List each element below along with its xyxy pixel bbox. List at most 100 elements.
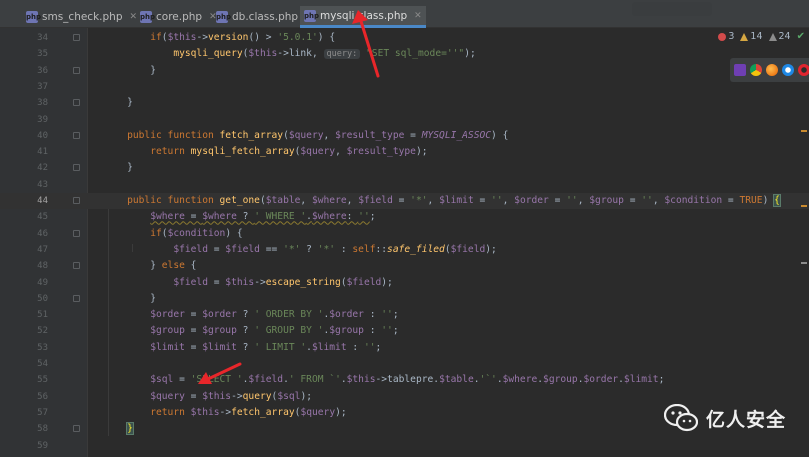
safari-icon[interactable] bbox=[782, 64, 794, 76]
code-text[interactable]: } bbox=[104, 63, 156, 79]
firefox-icon[interactable] bbox=[766, 64, 778, 76]
code-text[interactable]: } bbox=[104, 421, 134, 437]
code-text[interactable]: if($this->version() > '5.0.1') { bbox=[104, 30, 335, 46]
line-number[interactable]: 39 bbox=[0, 112, 48, 128]
code-line[interactable]: 38 } bbox=[0, 95, 809, 111]
watermark: 亿人安全 bbox=[664, 404, 786, 432]
code-line[interactable]: 41 return mysqli_fetch_array($query, $re… bbox=[0, 144, 809, 160]
scrollbar-warning-marker[interactable] bbox=[801, 130, 807, 132]
line-number[interactable]: 59 bbox=[0, 438, 48, 454]
line-number[interactable]: 55 bbox=[0, 372, 48, 388]
opera-icon[interactable] bbox=[798, 64, 809, 76]
line-number[interactable]: 43 bbox=[0, 177, 48, 193]
code-text[interactable]: $order = $order ? ' ORDER BY '.$order : … bbox=[104, 307, 398, 323]
line-number[interactable]: 50 bbox=[0, 291, 48, 307]
code-line[interactable]: 46 if($condition) { bbox=[0, 226, 809, 242]
code-line[interactable]: 44 public function get_one($table, $wher… bbox=[0, 193, 809, 209]
tab-overflow-area bbox=[632, 2, 712, 16]
line-number[interactable]: 37 bbox=[0, 79, 48, 95]
line-number[interactable]: 42 bbox=[0, 160, 48, 176]
chrome-icon[interactable] bbox=[750, 64, 762, 76]
code-line[interactable]: 49 $field = $this->escape_string($field)… bbox=[0, 275, 809, 291]
line-number[interactable]: 54 bbox=[0, 356, 48, 372]
code-line[interactable]: 51 $order = $order ? ' ORDER BY '.$order… bbox=[0, 307, 809, 323]
code-text[interactable]: public function fetch_array($query, $res… bbox=[104, 128, 508, 144]
code-line[interactable]: 55 $sql = 'SELECT '.$field.' FROM `'.$th… bbox=[0, 372, 809, 388]
code-line[interactable]: 56 $query = $this->query($sql); bbox=[0, 389, 809, 405]
tab-core[interactable]: php core.php ✕ bbox=[136, 6, 221, 28]
code-line[interactable]: 37 bbox=[0, 79, 809, 95]
line-number[interactable]: 40 bbox=[0, 128, 48, 144]
fold-marker-icon[interactable] bbox=[73, 164, 80, 172]
code-text[interactable]: public function get_one($table, $where, … bbox=[104, 193, 781, 209]
line-number[interactable]: 41 bbox=[0, 144, 48, 160]
code-line[interactable]: 36 } bbox=[0, 63, 809, 79]
line-number[interactable]: 49 bbox=[0, 275, 48, 291]
line-number[interactable]: 44 bbox=[0, 193, 48, 209]
line-number[interactable]: 36 bbox=[0, 63, 48, 79]
code-line[interactable]: 39 bbox=[0, 112, 809, 128]
fold-marker-icon[interactable] bbox=[73, 197, 80, 204]
line-number[interactable]: 38 bbox=[0, 95, 48, 111]
code-text[interactable]: } bbox=[104, 95, 133, 111]
fold-marker-icon[interactable] bbox=[73, 262, 80, 270]
code-text[interactable]: $sql = 'SELECT '.$field.' FROM `'.$this-… bbox=[104, 372, 664, 388]
line-number[interactable]: 46 bbox=[0, 226, 48, 242]
code-text[interactable]: mysqli_query($this->link, query: "SET sq… bbox=[104, 46, 476, 62]
warning-icon bbox=[740, 32, 749, 41]
warning-count[interactable]: 14 bbox=[740, 31, 763, 42]
fold-marker-icon[interactable] bbox=[73, 131, 80, 139]
code-text[interactable]: $limit = $limit ? ' LIMIT '.$limit : ''; bbox=[104, 340, 381, 356]
scrollbar-warning-marker[interactable] bbox=[801, 205, 807, 207]
line-number[interactable]: 52 bbox=[0, 323, 48, 339]
line-number[interactable]: 57 bbox=[0, 405, 48, 421]
line-number[interactable]: 35 bbox=[0, 46, 48, 62]
line-number[interactable]: 47 bbox=[0, 242, 48, 258]
code-text[interactable]: $field = $field == '*' ? '*' : self::saf… bbox=[104, 242, 497, 258]
code-line[interactable]: 59 bbox=[0, 438, 809, 454]
code-line[interactable]: 35 mysqli_query($this->link, query: "SET… bbox=[0, 46, 809, 62]
line-number[interactable]: 45 bbox=[0, 209, 48, 225]
code-line[interactable]: 40 public function fetch_array($query, $… bbox=[0, 128, 809, 144]
code-line[interactable]: 53 $limit = $limit ? ' LIMIT '.$limit : … bbox=[0, 340, 809, 356]
line-number[interactable]: 48 bbox=[0, 258, 48, 274]
error-icon bbox=[718, 32, 727, 41]
code-line[interactable]: 42 } bbox=[0, 160, 809, 176]
code-text[interactable]: return mysqli_fetch_array($query, $resul… bbox=[104, 144, 427, 160]
error-count[interactable]: 3 bbox=[718, 31, 734, 42]
phpstorm-icon[interactable] bbox=[734, 64, 746, 76]
code-text[interactable]: return $this->fetch_array($query); bbox=[104, 405, 346, 421]
fold-marker-icon[interactable] bbox=[73, 294, 80, 302]
line-number[interactable]: 53 bbox=[0, 340, 48, 356]
tab-sms-check[interactable]: php sms_check.php ✕ bbox=[22, 6, 141, 28]
fold-marker-icon[interactable] bbox=[73, 66, 80, 74]
code-line[interactable]: 54 bbox=[0, 356, 809, 372]
code-line[interactable]: 50 } bbox=[0, 291, 809, 307]
code-text[interactable]: $group = $group ? ' GROUP BY '.$group : … bbox=[104, 323, 398, 339]
code-text[interactable]: } bbox=[104, 291, 156, 307]
code-text[interactable]: $field = $this->escape_string($field); bbox=[104, 275, 393, 291]
code-text[interactable]: $where = $where ? ' WHERE '.$where: ''; bbox=[104, 209, 375, 225]
code-line[interactable]: 43 bbox=[0, 177, 809, 193]
scrollbar-marker[interactable] bbox=[801, 262, 807, 264]
code-text[interactable]: $query = $this->query($sql); bbox=[104, 389, 312, 405]
fold-marker-icon[interactable] bbox=[73, 34, 80, 41]
code-line[interactable]: 34 if($this->version() > '5.0.1') { bbox=[0, 30, 809, 46]
code-text[interactable]: } bbox=[104, 160, 133, 176]
code-text[interactable]: } else { bbox=[104, 258, 196, 274]
weak-warning-count[interactable]: 24 bbox=[768, 31, 791, 42]
line-number[interactable]: 56 bbox=[0, 389, 48, 405]
close-icon[interactable]: ✕ bbox=[414, 11, 422, 21]
inspections-widget[interactable]: 3 14 24 ✔ bbox=[718, 31, 805, 42]
fold-marker-icon[interactable] bbox=[73, 425, 80, 433]
line-number[interactable]: 58 bbox=[0, 421, 48, 437]
code-line[interactable]: 52 $group = $group ? ' GROUP BY '.$group… bbox=[0, 323, 809, 339]
code-line[interactable]: 47 $field = $field == '*' ? '*' : self::… bbox=[0, 242, 809, 258]
code-line[interactable]: 48 } else { bbox=[0, 258, 809, 274]
code-text[interactable]: if($condition) { bbox=[104, 226, 242, 242]
code-line[interactable]: 45 $where = $where ? ' WHERE '.$where: '… bbox=[0, 209, 809, 225]
line-number[interactable]: 34 bbox=[0, 30, 48, 46]
fold-marker-icon[interactable] bbox=[73, 99, 80, 107]
fold-marker-icon[interactable] bbox=[73, 229, 80, 237]
line-number[interactable]: 51 bbox=[0, 307, 48, 323]
